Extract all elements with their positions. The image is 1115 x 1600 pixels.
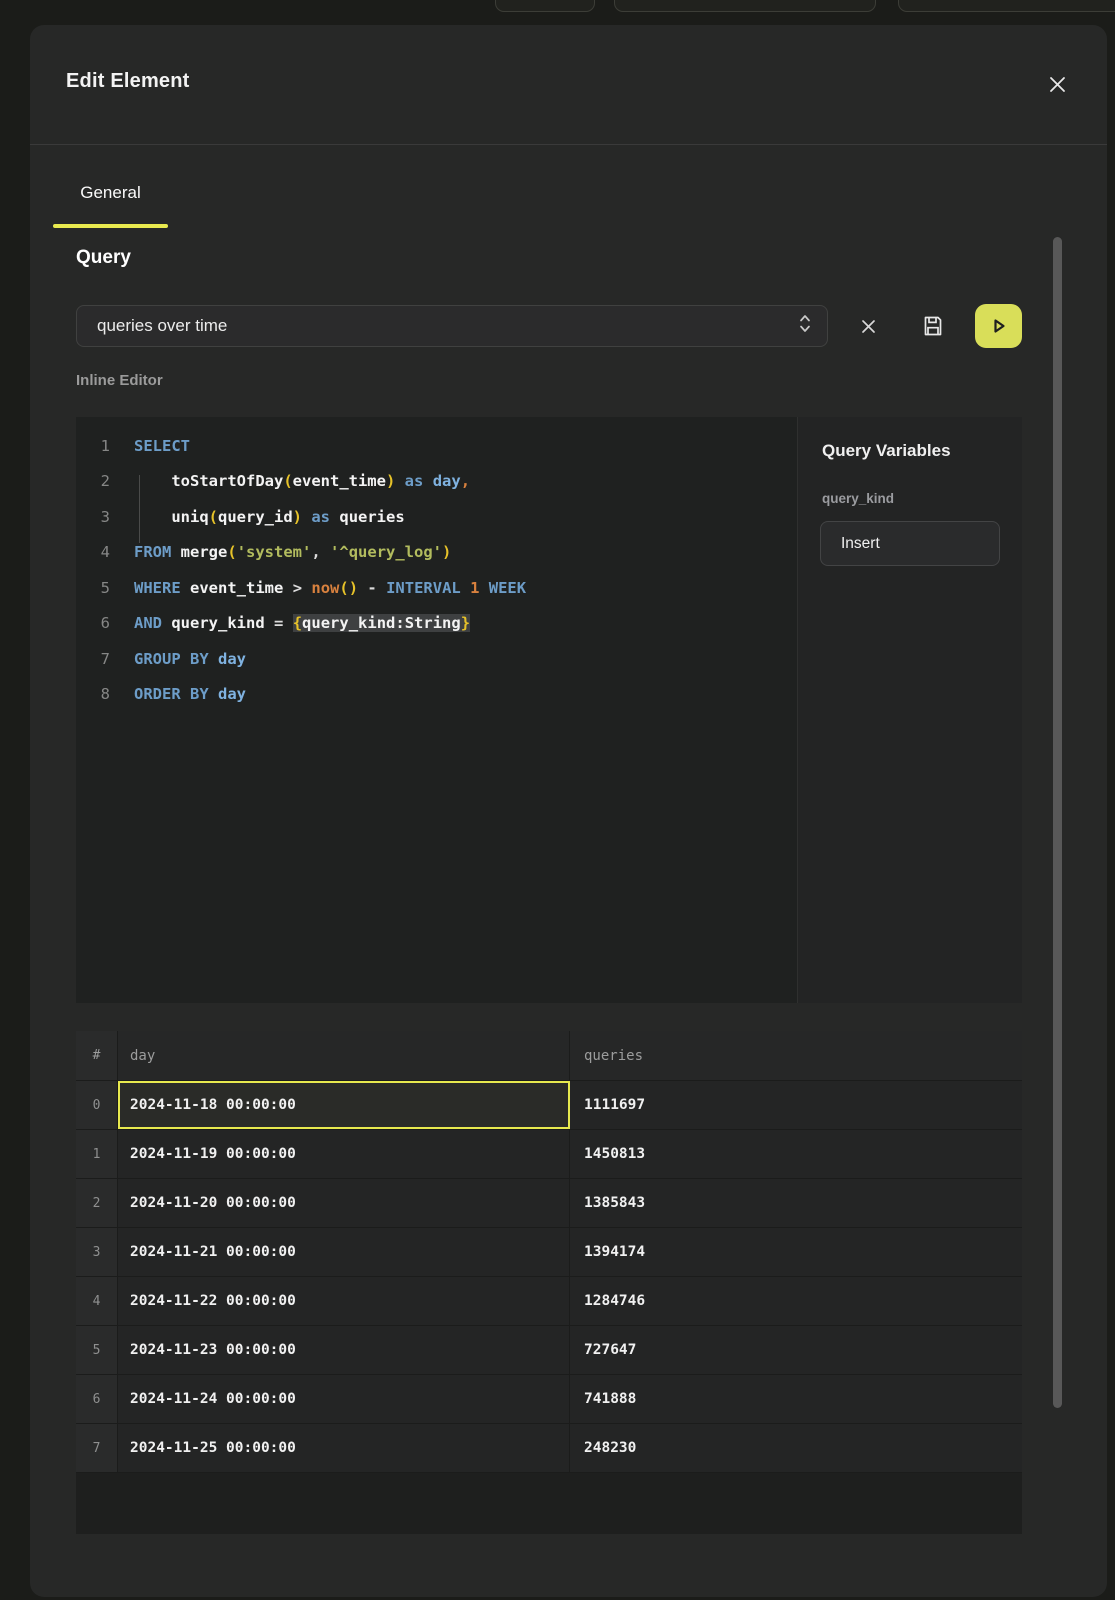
row-index-cell[interactable]: 6 bbox=[76, 1375, 118, 1423]
table-row: 32024-11-21 00:00:001394174 bbox=[76, 1227, 1022, 1276]
table-row: 72024-11-25 00:00:00248230 bbox=[76, 1423, 1022, 1472]
code-line: 4FROM merge('system', '^query_log') bbox=[76, 535, 797, 571]
tab-general[interactable]: General bbox=[53, 175, 168, 228]
row-index-cell[interactable]: 1 bbox=[76, 1130, 118, 1178]
row-index-cell[interactable]: 4 bbox=[76, 1277, 118, 1325]
indent-guide bbox=[139, 475, 140, 543]
run-query-button[interactable] bbox=[975, 304, 1022, 348]
background-widget bbox=[495, 0, 595, 12]
save-icon bbox=[921, 314, 945, 338]
background-widget bbox=[614, 0, 876, 12]
row-index-cell[interactable]: 3 bbox=[76, 1228, 118, 1276]
queries-cell[interactable]: 741888 bbox=[570, 1375, 1022, 1423]
row-index-cell[interactable]: 0 bbox=[76, 1081, 118, 1129]
save-query-button[interactable] bbox=[917, 310, 949, 342]
query-variables-title: Query Variables bbox=[822, 441, 951, 461]
clear-icon bbox=[861, 319, 876, 334]
column-header-day: day bbox=[118, 1031, 570, 1080]
day-cell[interactable]: 2024-11-23 00:00:00 bbox=[118, 1326, 570, 1374]
day-cell[interactable]: 2024-11-22 00:00:00 bbox=[118, 1277, 570, 1325]
queries-cell[interactable]: 248230 bbox=[570, 1424, 1022, 1472]
table-row: 12024-11-19 00:00:001450813 bbox=[76, 1129, 1022, 1178]
table-body: 02024-11-18 00:00:00111169712024-11-19 0… bbox=[76, 1080, 1022, 1472]
dialog-title: Edit Element bbox=[66, 70, 190, 93]
day-cell[interactable]: 2024-11-19 00:00:00 bbox=[118, 1130, 570, 1178]
select-chevrons-icon bbox=[799, 314, 811, 339]
line-number: 5 bbox=[76, 579, 134, 597]
close-button[interactable] bbox=[1043, 70, 1071, 98]
code-line: 7GROUP BY day bbox=[76, 641, 797, 677]
play-icon bbox=[990, 317, 1008, 335]
vertical-scrollbar[interactable] bbox=[1053, 237, 1062, 1408]
clear-query-button[interactable] bbox=[852, 310, 884, 342]
line-number: 7 bbox=[76, 650, 134, 668]
tab-label: General bbox=[53, 183, 168, 203]
line-number: 1 bbox=[76, 437, 134, 455]
queries-cell[interactable]: 1450813 bbox=[570, 1130, 1022, 1178]
edit-element-dialog: Edit Element General Query queries over … bbox=[30, 25, 1107, 1597]
code-line: 1SELECT bbox=[76, 428, 797, 464]
day-cell[interactable]: 2024-11-20 00:00:00 bbox=[118, 1179, 570, 1227]
code-line: 6AND query_kind = {query_kind:String} bbox=[76, 606, 797, 642]
code-line: 3 uniq(query_id) as queries bbox=[76, 499, 797, 535]
column-header-queries: queries bbox=[570, 1031, 1022, 1080]
query-select[interactable]: queries over time bbox=[76, 305, 828, 347]
table-row: 52024-11-23 00:00:00727647 bbox=[76, 1325, 1022, 1374]
inline-editor-block: 1SELECT2 toStartOfDay(event_time) as day… bbox=[76, 417, 1022, 1003]
header-divider bbox=[30, 144, 1107, 145]
code-line: 8ORDER BY day bbox=[76, 677, 797, 713]
table-footer-strip bbox=[76, 1472, 1022, 1534]
table-row: 22024-11-20 00:00:001385843 bbox=[76, 1178, 1022, 1227]
sql-code-editor[interactable]: 1SELECT2 toStartOfDay(event_time) as day… bbox=[76, 417, 797, 1003]
line-number: 4 bbox=[76, 543, 134, 561]
queries-cell[interactable]: 1284746 bbox=[570, 1277, 1022, 1325]
line-number: 2 bbox=[76, 472, 134, 490]
day-cell[interactable]: 2024-11-25 00:00:00 bbox=[118, 1424, 570, 1472]
row-index-cell[interactable]: 2 bbox=[76, 1179, 118, 1227]
selected-day-cell[interactable]: 2024-11-18 00:00:00 bbox=[118, 1081, 570, 1129]
table-row: 02024-11-18 00:00:001111697 bbox=[76, 1080, 1022, 1129]
column-header-index: # bbox=[76, 1031, 118, 1080]
inline-editor-label: Inline Editor bbox=[76, 372, 163, 389]
code-line: 2 toStartOfDay(event_time) as day, bbox=[76, 464, 797, 500]
background-widget bbox=[898, 0, 1115, 12]
tab-active-underline bbox=[53, 224, 168, 228]
close-icon bbox=[1049, 76, 1066, 93]
line-number: 6 bbox=[76, 614, 134, 632]
row-index-cell[interactable]: 5 bbox=[76, 1326, 118, 1374]
queries-cell[interactable]: 1394174 bbox=[570, 1228, 1022, 1276]
table-row: 62024-11-24 00:00:00741888 bbox=[76, 1374, 1022, 1423]
queries-cell[interactable]: 1111697 bbox=[570, 1081, 1022, 1129]
variable-name-label: query_kind bbox=[822, 491, 894, 506]
queries-cell[interactable]: 1385843 bbox=[570, 1179, 1022, 1227]
table-row: 42024-11-22 00:00:001284746 bbox=[76, 1276, 1022, 1325]
day-cell[interactable]: 2024-11-24 00:00:00 bbox=[118, 1375, 570, 1423]
query-section-heading: Query bbox=[76, 247, 131, 269]
code-line: 5WHERE event_time > now() - INTERVAL 1 W… bbox=[76, 570, 797, 606]
query-variables-panel: Query Variables query_kind Insert bbox=[797, 417, 1022, 1003]
table-header-row: # day queries bbox=[76, 1031, 1022, 1080]
insert-variable-button[interactable]: Insert bbox=[820, 521, 1000, 566]
line-number: 3 bbox=[76, 508, 134, 526]
line-number: 8 bbox=[76, 685, 134, 703]
query-results-table: # day queries 02024-11-18 00:00:00111169… bbox=[76, 1031, 1022, 1534]
day-cell[interactable]: 2024-11-21 00:00:00 bbox=[118, 1228, 570, 1276]
queries-cell[interactable]: 727647 bbox=[570, 1326, 1022, 1374]
background-page-toolbar bbox=[0, 0, 1115, 25]
query-select-value: queries over time bbox=[77, 316, 227, 336]
row-index-cell[interactable]: 7 bbox=[76, 1424, 118, 1472]
